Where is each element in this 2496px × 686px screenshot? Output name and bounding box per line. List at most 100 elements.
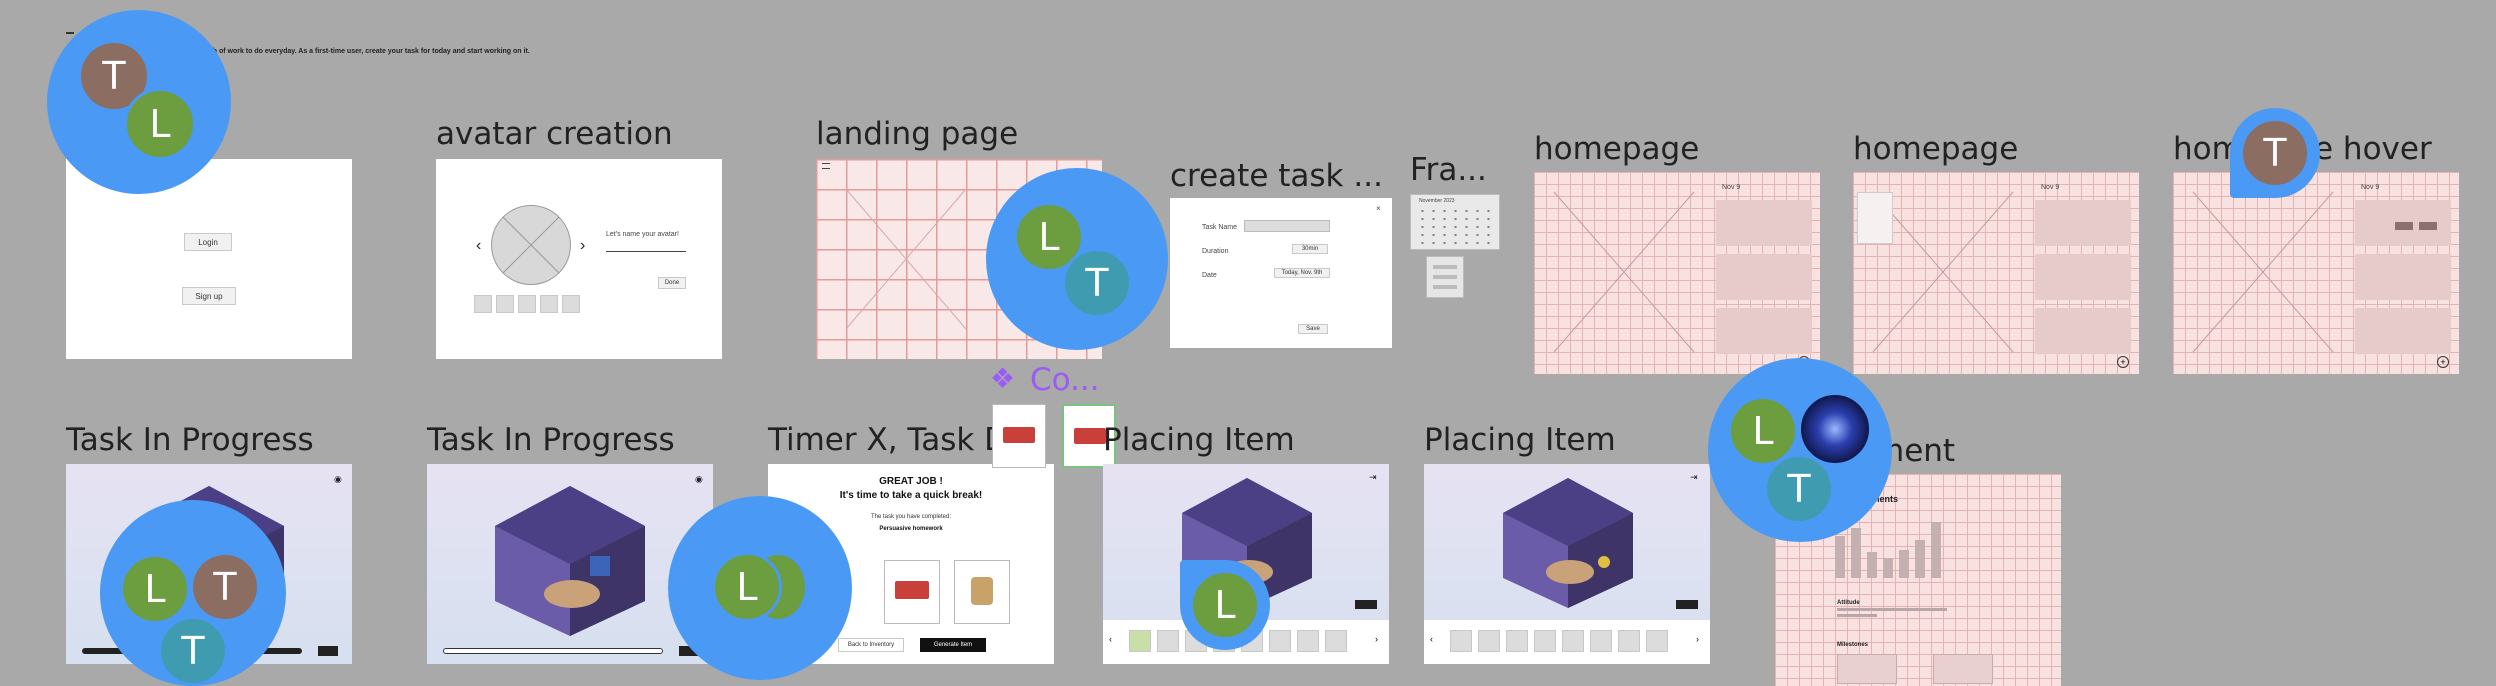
back-to-inventory-button[interactable]: Back to Inventory (838, 638, 904, 652)
frame-title-create-task[interactable]: create task ... (1170, 158, 1383, 194)
reward-item-figure[interactable] (954, 560, 1010, 624)
generate-item-button[interactable]: Generate Item (920, 638, 986, 652)
inventory-slot[interactable] (1478, 630, 1500, 652)
signup-button[interactable]: Sign up (182, 287, 236, 305)
avatar-name-input[interactable] (606, 251, 686, 252)
avatar-done-button[interactable]: Done (658, 277, 686, 289)
inventory-slot[interactable] (1562, 630, 1584, 652)
dropdown-option[interactable] (1433, 265, 1457, 269)
inventory-slot[interactable] (1297, 630, 1319, 652)
inventory-bar[interactable]: ‹ › (1424, 620, 1710, 664)
frame-avatar-creation[interactable]: ‹ › Let's name your avatar! Done (436, 159, 722, 359)
frame-title-timer[interactable]: Timer X, Task D (768, 422, 1008, 458)
design-canvas[interactable]: { "canvas": { "intro_text": "bunch of wo… (0, 0, 2496, 686)
collaborator-avatar-t: T (1062, 248, 1132, 318)
delete-button[interactable] (2419, 222, 2437, 230)
chevron-right-icon[interactable]: › (1375, 634, 1378, 644)
exit-icon[interactable]: ⇥ (1690, 472, 1698, 483)
save-button[interactable]: Save (1298, 324, 1328, 334)
homepage-date: Nov 9 (2041, 184, 2060, 191)
avatar-option-slot[interactable] (540, 295, 558, 313)
task-card[interactable] (2035, 308, 2131, 354)
task-card[interactable] (2035, 254, 2131, 300)
add-task-icon[interactable]: + (2117, 356, 2129, 368)
frame-title-homepage-hover-right[interactable]: e hover (2314, 131, 2432, 167)
task-card[interactable] (1716, 254, 1812, 300)
close-icon[interactable]: × (1376, 204, 1381, 213)
frame-placing-item-2[interactable]: ⇥ ‹ › (1424, 464, 1710, 664)
collaborator-avatar-t: T (158, 616, 228, 686)
dropdown-option[interactable] (1433, 285, 1457, 289)
chevron-left-icon[interactable]: ‹ (1109, 634, 1112, 644)
frame-create-task[interactable]: × Task Name Duration 30min Date Today, N… (1170, 198, 1392, 348)
frame-title-landing-page[interactable]: landing page (816, 116, 1018, 152)
component-bed-variant-1[interactable] (992, 404, 1046, 468)
inventory-slot[interactable] (1450, 630, 1472, 652)
frame-title-task-in-progress-2[interactable]: Task In Progress (427, 422, 675, 458)
intro-dash (66, 32, 74, 34)
inventory-slot[interactable] (1618, 630, 1640, 652)
duration-select[interactable]: 30min (1292, 244, 1328, 254)
add-task-icon[interactable]: + (2437, 356, 2449, 368)
date-select[interactable]: Today, Nov. 9th (1274, 268, 1330, 278)
avatar-option-slot[interactable] (496, 295, 514, 313)
milestone-card[interactable] (1837, 654, 1897, 684)
milestone-card[interactable] (1933, 654, 1993, 684)
frame-homepage-hover[interactable]: Nov 9 + (2173, 172, 2459, 374)
chevron-left-icon[interactable]: ‹ (1430, 634, 1433, 644)
frame-title-placing-item-1[interactable]: Placing Item (1103, 422, 1295, 458)
task-card[interactable] (1716, 200, 1812, 246)
dropdown-option[interactable] (1433, 275, 1457, 279)
done-badge[interactable] (1355, 600, 1377, 609)
chart-bar (1899, 550, 1909, 578)
inventory-slot[interactable] (1534, 630, 1556, 652)
collaborator-avatar-l: L (124, 88, 196, 160)
component-label[interactable]: Co... (1030, 362, 1100, 398)
task-card[interactable] (2355, 308, 2451, 354)
avatar-option-slot[interactable] (562, 295, 580, 313)
calendar-days[interactable] (1417, 207, 1495, 245)
frame-title-placing-item-2[interactable]: Placing Item (1424, 422, 1616, 458)
task-card[interactable] (2355, 254, 2451, 300)
inventory-slot[interactable] (1590, 630, 1612, 652)
side-menu[interactable] (1857, 192, 1893, 244)
frame-homepage-2[interactable]: Nov 9 + (1853, 172, 2139, 374)
frame-title-fra[interactable]: Fra... (1410, 152, 1487, 188)
collaborator-avatar-l: L (1190, 570, 1260, 640)
task-card-hovered[interactable] (2355, 200, 2451, 246)
task-card[interactable] (2035, 200, 2131, 246)
avatar-option-slot[interactable] (474, 295, 492, 313)
edit-button[interactable] (2395, 222, 2413, 230)
frame-homepage-1[interactable]: Nov 9 + (1534, 172, 1820, 374)
inventory-slot[interactable] (1325, 630, 1347, 652)
done-badge[interactable] (1676, 600, 1698, 609)
task-card[interactable] (1716, 308, 1812, 354)
eye-icon[interactable]: ◉ (695, 474, 703, 485)
exit-icon[interactable]: ⇥ (1369, 472, 1377, 483)
frame-title-avatar-creation[interactable]: avatar creation (436, 116, 673, 152)
chevron-left-icon[interactable]: ‹ (476, 237, 481, 255)
inventory-slot[interactable] (1506, 630, 1528, 652)
task-name-input[interactable] (1244, 220, 1330, 232)
room-illustration (495, 486, 645, 636)
eye-icon[interactable]: ◉ (334, 474, 342, 485)
inventory-slot[interactable] (1269, 630, 1291, 652)
component-icon[interactable]: ❖ (990, 362, 1015, 395)
frame-title-task-in-progress-1[interactable]: Task In Progress (66, 422, 314, 458)
reward-item-bed[interactable] (884, 560, 940, 624)
attitude-text-line (1837, 614, 1877, 617)
frame-time-dropdown[interactable] (1426, 256, 1464, 298)
frame-title-homepage-2[interactable]: homepage (1853, 131, 2018, 167)
inventory-slot[interactable] (1157, 630, 1179, 652)
chart-bar (1883, 558, 1893, 578)
chart-bar (1851, 528, 1861, 578)
avatar-option-slot[interactable] (518, 295, 536, 313)
inventory-slot[interactable] (1129, 630, 1151, 652)
menu-icon[interactable] (822, 163, 830, 169)
login-button[interactable]: Login (184, 233, 232, 251)
chevron-right-icon[interactable]: › (1696, 634, 1699, 644)
chevron-right-icon[interactable]: › (580, 237, 585, 255)
frame-title-homepage-1[interactable]: homepage (1534, 131, 1699, 167)
frame-calendar[interactable]: November 2023 (1410, 194, 1500, 250)
inventory-slot[interactable] (1646, 630, 1668, 652)
